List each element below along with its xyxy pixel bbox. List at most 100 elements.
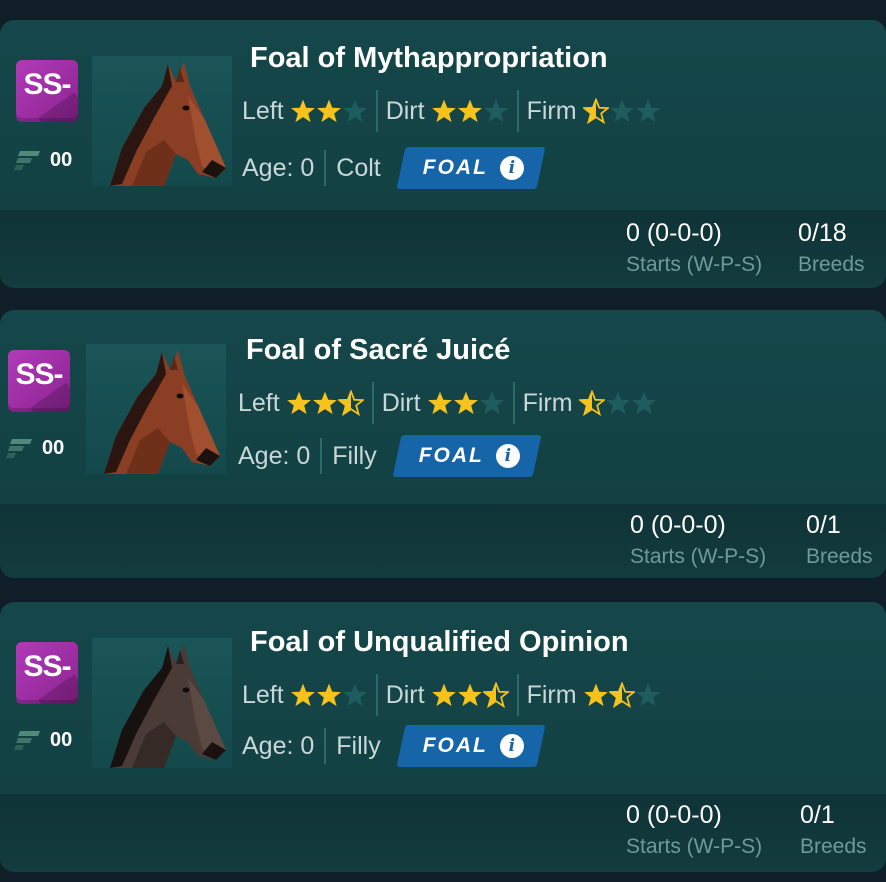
star-empty-icon (631, 391, 656, 415)
record-caption: Starts (W-P-S) (626, 253, 763, 276)
grade-text: SS- (23, 68, 71, 101)
breeds-caption: Breeds (800, 835, 867, 858)
star-rating (578, 390, 657, 416)
stats-row: Left Dirt Firm (242, 674, 669, 716)
star-filled-icon (457, 683, 482, 707)
sex-label: Colt (336, 154, 381, 182)
star-empty-icon (342, 683, 367, 707)
horse-head-image (104, 350, 220, 474)
horse-portrait[interactable] (92, 56, 232, 186)
breeds-caption: Breeds (798, 253, 865, 276)
star-empty-icon (342, 99, 367, 123)
star-rating (427, 390, 505, 416)
sex-label: Filly (332, 442, 377, 470)
age-label: Age: 0 (242, 150, 327, 186)
foal-badge[interactable]: FOAL i (396, 147, 546, 189)
age-label: Age: 0 (238, 438, 323, 474)
star-filled-icon (312, 391, 337, 415)
star-filled-icon (316, 99, 341, 123)
stat-firm: Firm (512, 382, 665, 424)
foal-badge-label: FOAL (418, 444, 484, 467)
star-rating (431, 98, 509, 124)
star-filled-icon (583, 683, 608, 707)
breeds-value: 0/1 (800, 801, 835, 829)
star-rating (286, 390, 364, 416)
stat-dirt: Dirt (375, 674, 517, 716)
info-row: Age: 0 Filly FOAL i (238, 434, 542, 478)
foal-badge-label: FOAL (422, 156, 488, 179)
star-filled-icon (431, 683, 456, 707)
star-empty-icon (605, 391, 630, 415)
horse-card[interactable]: SS- 00 Foal of Mythappropriation Left Di… (0, 20, 886, 288)
sex-label: Filly (336, 732, 381, 760)
horse-name[interactable]: Foal of Unqualified Opinion (250, 626, 629, 659)
horse-head-image (110, 62, 226, 186)
record-block: 0 (0-0-0) Starts (W-P-S) (630, 508, 796, 572)
stat-label: Firm (522, 388, 573, 417)
star-empty-icon (479, 391, 504, 415)
star-rating (583, 682, 661, 708)
foal-badge[interactable]: FOAL i (396, 725, 546, 767)
stat-label: Left (242, 96, 284, 125)
stats-row: Left Dirt Firm (242, 90, 669, 132)
flag-row: 00 (6, 436, 64, 460)
grade-text: SS- (15, 358, 63, 391)
horse-list: SS- 00 Foal of Mythappropriation Left Di… (0, 0, 886, 882)
foal-badge-label: FOAL (422, 734, 488, 757)
star-half-icon (578, 390, 605, 416)
breeds-block: 0/1 Breeds (806, 508, 884, 572)
record-value: 0 (0-0-0) (626, 801, 722, 829)
horse-card[interactable]: SS- 00 Foal of Sacré Juicé Left Dirt Fir… (0, 310, 886, 578)
info-icon[interactable]: i (499, 734, 524, 758)
horse-portrait[interactable] (86, 344, 226, 474)
record-block: 0 (0-0-0) Starts (W-P-S) (626, 798, 786, 862)
flag-icon (14, 151, 40, 170)
grade-badge: SS- (16, 642, 78, 704)
horse-card[interactable]: SS- 00 Foal of Unqualified Opinion Left … (0, 602, 886, 872)
flag-icon (6, 439, 32, 458)
stat-label: Dirt (381, 388, 421, 417)
info-icon[interactable]: i (495, 444, 520, 468)
star-rating (431, 682, 509, 708)
horse-head-image (110, 644, 226, 768)
info-row: Age: 0 Colt FOAL i (242, 146, 546, 190)
breeds-caption: Breeds (806, 545, 873, 568)
star-filled-icon (316, 683, 341, 707)
record-caption: Starts (W-P-S) (626, 835, 763, 858)
horse-portrait[interactable] (92, 638, 232, 768)
star-filled-icon (427, 391, 452, 415)
star-empty-icon (635, 99, 660, 123)
record-block: 0 (0-0-0) Starts (W-P-S) (626, 216, 786, 280)
grade-badge: SS- (16, 60, 78, 122)
horse-name[interactable]: Foal of Mythappropriation (250, 42, 608, 75)
horse-name[interactable]: Foal of Sacré Juicé (246, 334, 510, 367)
foal-badge[interactable]: FOAL i (392, 435, 542, 477)
stat-dirt: Dirt (375, 90, 517, 132)
stat-label: Firm (526, 680, 577, 709)
record-value: 0 (0-0-0) (630, 511, 726, 539)
star-half-icon (482, 682, 509, 708)
star-half-icon (582, 98, 609, 124)
stat-left: Left (238, 382, 372, 424)
star-empty-icon (609, 99, 634, 123)
stat-label: Dirt (385, 96, 425, 125)
stat-firm: Firm (516, 90, 669, 132)
flag-number: 00 (50, 728, 73, 751)
stat-label: Firm (526, 96, 577, 125)
stat-label: Dirt (385, 680, 425, 709)
star-half-icon (337, 390, 364, 416)
info-icon[interactable]: i (499, 156, 524, 180)
flag-row: 00 (14, 148, 72, 172)
star-filled-icon (290, 683, 315, 707)
breeds-block: 0/18 Breeds (798, 216, 878, 280)
star-filled-icon (457, 99, 482, 123)
stat-left: Left (242, 90, 376, 132)
star-empty-icon (483, 99, 508, 123)
star-rating (290, 98, 368, 124)
stat-dirt: Dirt (371, 382, 513, 424)
stat-firm: Firm (516, 674, 669, 716)
star-half-icon (608, 682, 635, 708)
flag-number: 00 (50, 148, 73, 171)
breeds-value: 0/18 (798, 219, 847, 247)
star-filled-icon (453, 391, 478, 415)
